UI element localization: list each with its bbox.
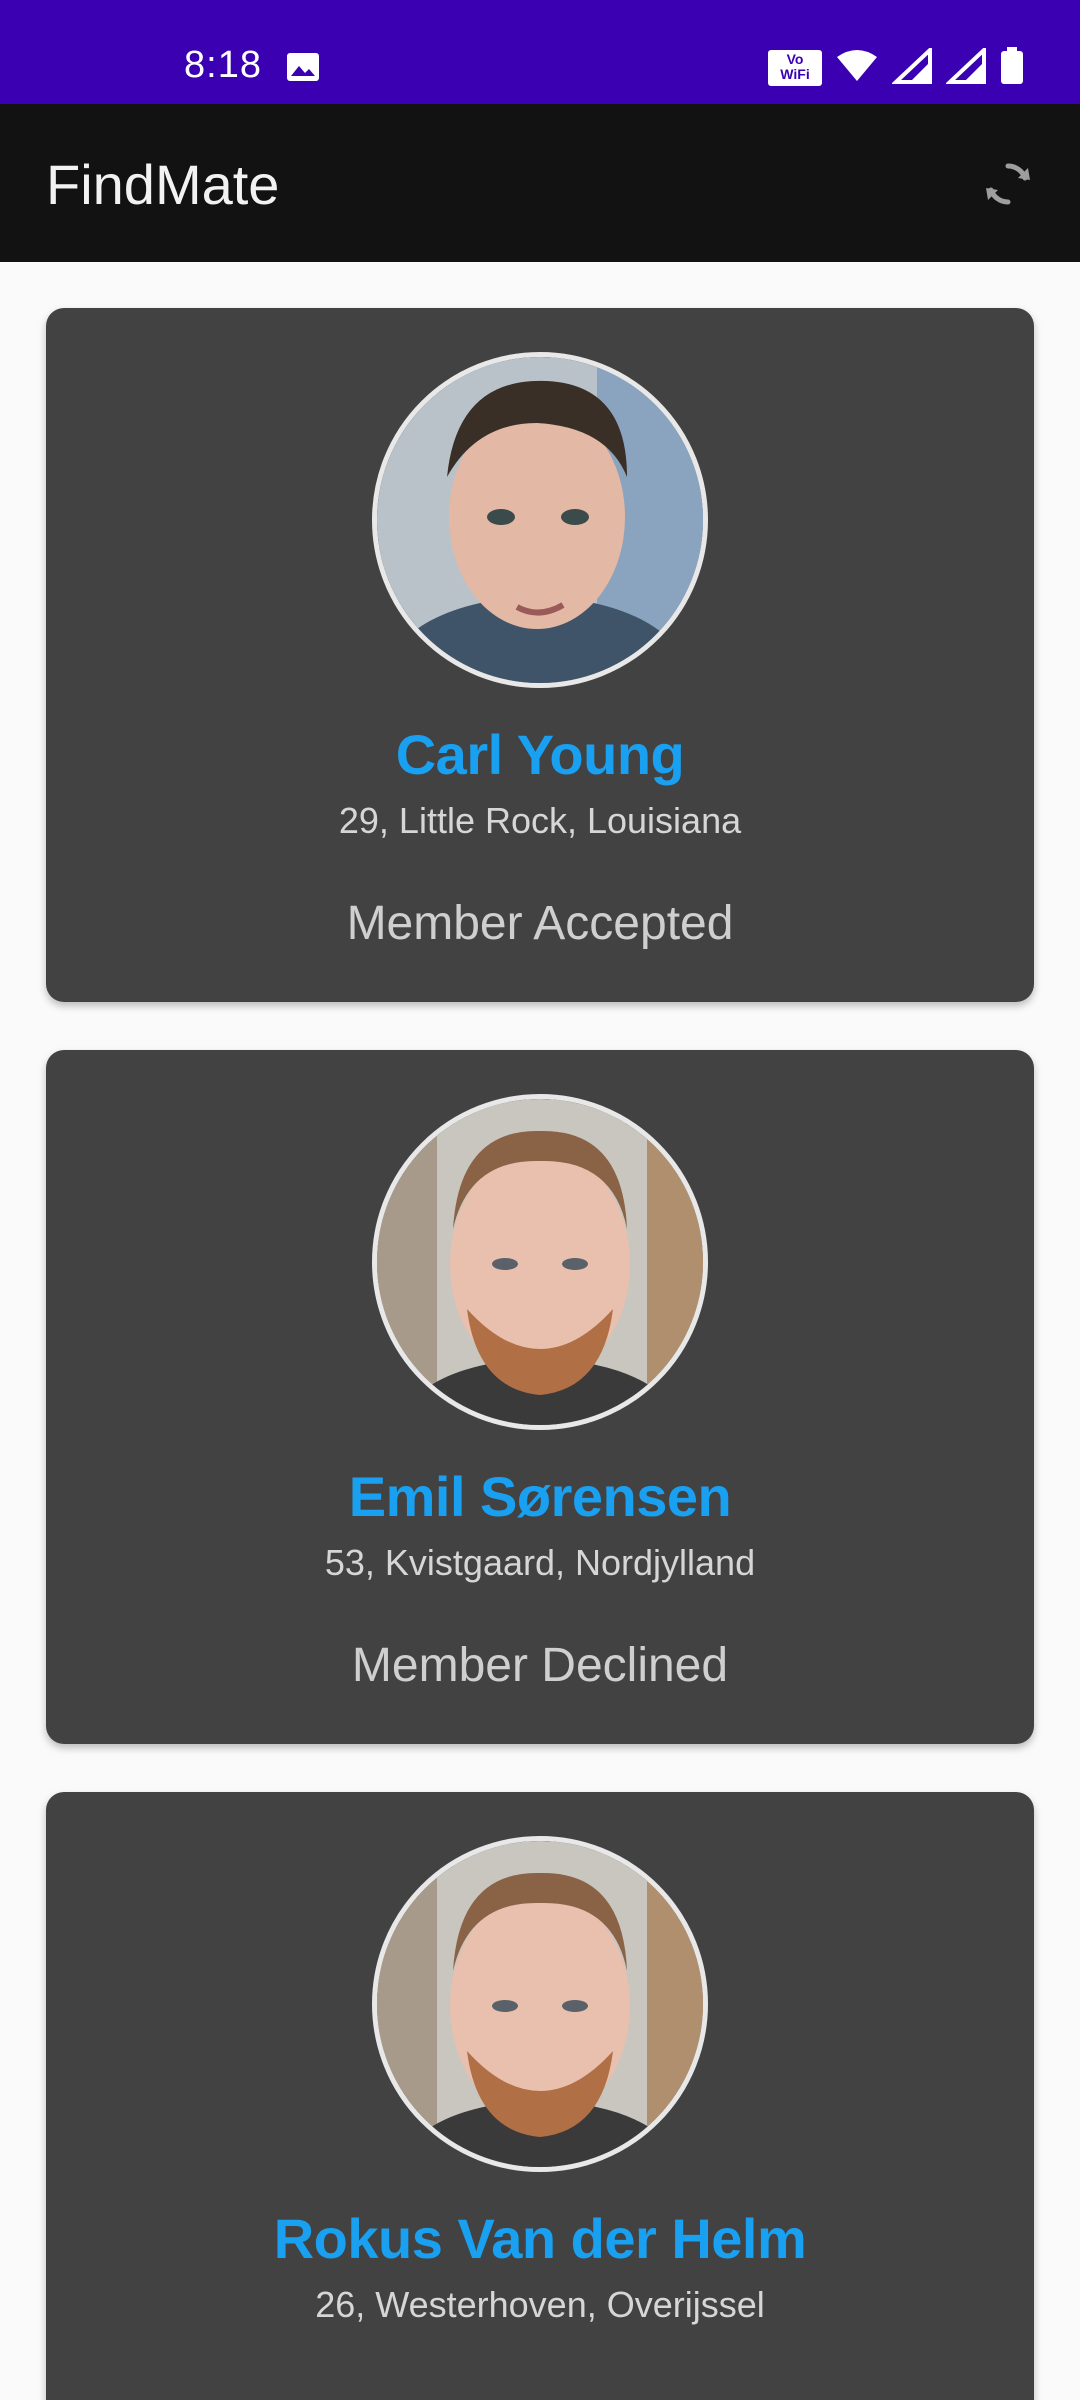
app-bar: FindMate <box>0 104 1080 262</box>
refresh-button[interactable] <box>972 148 1044 220</box>
member-card[interactable]: Carl Young 29, Little Rock, Louisiana Me… <box>46 308 1034 1002</box>
status-time: 8:18 <box>184 44 262 86</box>
signal-roaming-icon <box>944 44 986 89</box>
member-status: Member Accepted <box>346 897 734 950</box>
member-card[interactable]: Rokus Van der Helm 26, Westerhoven, Over… <box>46 1792 1034 2400</box>
member-location: 29, Little Rock, Louisiana <box>338 800 742 841</box>
avatar <box>372 352 708 688</box>
member-location: 26, Westerhoven, Overijssel <box>315 2284 765 2325</box>
avatar <box>372 1836 708 2172</box>
battery-icon <box>1000 46 1024 90</box>
refresh-icon <box>986 163 1030 205</box>
avatar <box>372 1094 708 1430</box>
member-list[interactable]: Carl Young 29, Little Rock, Louisiana Me… <box>0 262 1080 2400</box>
vowifi-label-bottom: WiFi <box>780 66 810 82</box>
status-bar: 8:18 Vo WiFi <box>0 0 1080 104</box>
app-title: FindMate <box>46 153 280 216</box>
member-status: Member Declined <box>351 1639 729 1692</box>
signal-icon <box>890 44 932 89</box>
wifi-icon <box>836 49 878 88</box>
member-card[interactable]: Emil Sørensen 53, Kvistgaard, Nordjyllan… <box>46 1050 1034 1744</box>
member-name: Rokus Van der Helm <box>273 2207 807 2270</box>
member-location: 53, Kvistgaard, Nordjylland <box>324 1542 756 1583</box>
vowifi-icon: Vo WiFi <box>768 50 822 86</box>
member-name: Carl Young <box>395 723 685 786</box>
member-name: Emil Sørensen <box>348 1465 732 1528</box>
status-icons: Vo WiFi <box>768 44 1024 90</box>
gallery-icon <box>286 52 320 82</box>
vowifi-label-top: Vo <box>786 51 804 67</box>
